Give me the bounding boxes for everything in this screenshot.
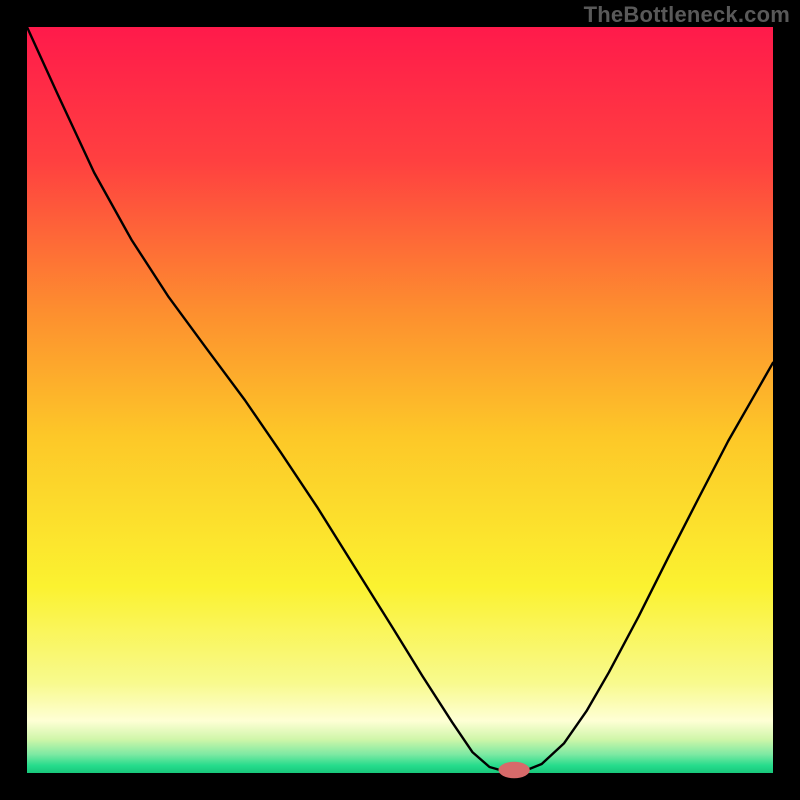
plot-background [27, 27, 773, 773]
bottleneck-chart [0, 0, 800, 800]
chart-frame: { "watermark": "TheBottleneck.com", "cha… [0, 0, 800, 800]
watermark-text: TheBottleneck.com [584, 2, 790, 28]
optimum-marker [498, 762, 529, 778]
